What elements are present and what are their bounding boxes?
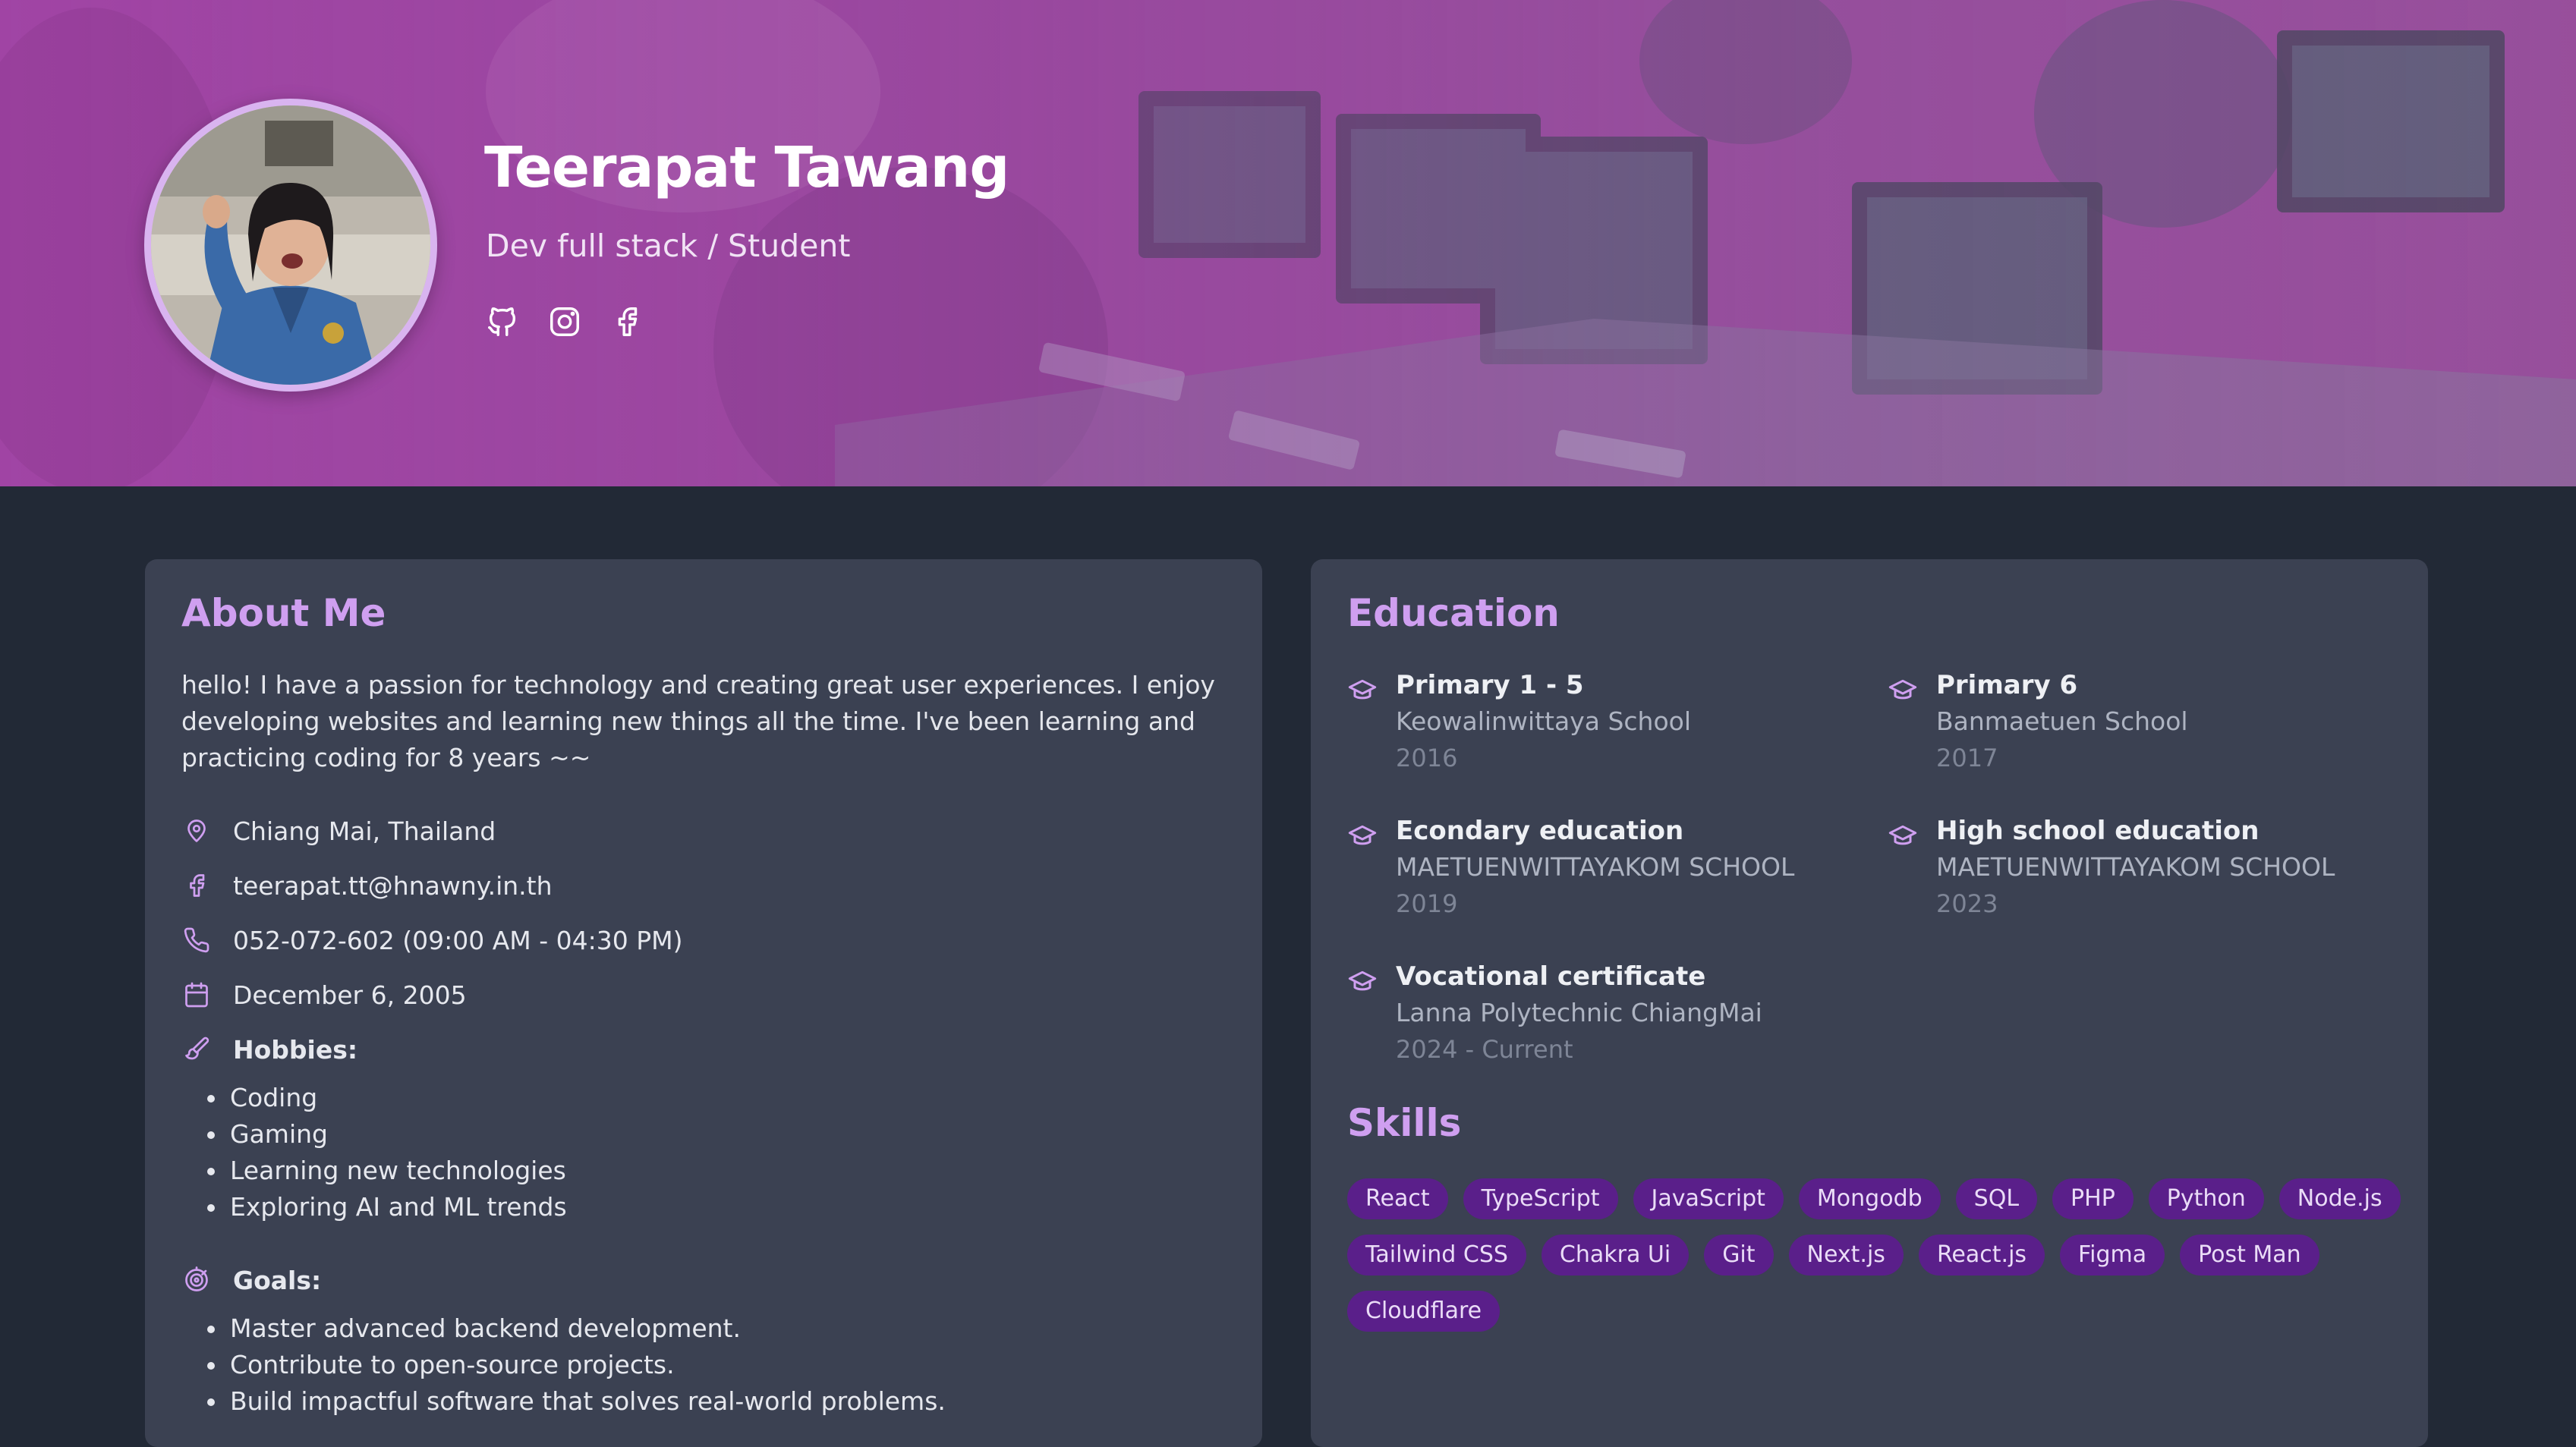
skill-tag: React.js bbox=[1918, 1235, 2045, 1276]
list-item: Master advanced backend development. bbox=[181, 1310, 946, 1347]
calendar-icon bbox=[181, 980, 212, 1010]
profile-name: Teerapat Tawang bbox=[484, 135, 1009, 200]
skill-tag: Chakra Ui bbox=[1541, 1235, 1690, 1276]
instagram-icon bbox=[550, 307, 579, 336]
goals-label: Goals: bbox=[233, 1265, 322, 1295]
skill-tag: Post Man bbox=[2180, 1235, 2319, 1276]
skill-tag: SQL bbox=[1955, 1178, 2038, 1219]
graduation-cap-icon bbox=[1348, 679, 1377, 700]
skill-tag: React bbox=[1347, 1178, 1448, 1219]
education-level: Primary 6 bbox=[1936, 670, 2078, 700]
skill-tag: Next.js bbox=[1788, 1235, 1904, 1276]
facebook-icon bbox=[181, 870, 212, 901]
list-item: Gaming bbox=[181, 1116, 567, 1153]
instagram-link[interactable] bbox=[545, 302, 584, 341]
education-level: Econdary education bbox=[1396, 816, 1684, 846]
skill-tag: Node.js bbox=[2278, 1178, 2401, 1219]
skill-tag: Cloudflare bbox=[1347, 1291, 1501, 1332]
education-level: Vocational certificate bbox=[1396, 961, 1706, 992]
list-item: Learning new technologies bbox=[181, 1153, 567, 1189]
education-year: 2016 bbox=[1396, 744, 1458, 772]
github-link[interactable] bbox=[483, 302, 522, 341]
skill-tag: Mongodb bbox=[1798, 1178, 1941, 1219]
skill-tag: PHP bbox=[2052, 1178, 2134, 1219]
education-card: Education Primary 1 - 5 Keowalinwittaya … bbox=[1311, 559, 2428, 1447]
target-icon bbox=[181, 1265, 212, 1295]
skill-tag: Figma bbox=[2060, 1235, 2165, 1276]
about-text: hello! I have a passion for technology a… bbox=[181, 670, 1215, 772]
education-school: MAETUENWITTAYAKOM SCHOOL bbox=[1396, 852, 1795, 882]
skill-tag: TypeScript bbox=[1463, 1178, 1618, 1219]
facebook-icon bbox=[618, 307, 638, 336]
list-item: Exploring AI and ML trends bbox=[181, 1189, 567, 1225]
goals-list: Master advanced backend development. Con… bbox=[181, 1310, 946, 1420]
education-school: Banmaetuen School bbox=[1936, 706, 2188, 736]
hobbies-list: Coding Gaming Learning new technologies … bbox=[181, 1080, 567, 1225]
list-item: Contribute to open-source projects. bbox=[181, 1347, 946, 1383]
skill-tag: Python bbox=[2148, 1178, 2264, 1219]
graduation-cap-icon bbox=[1348, 825, 1377, 845]
goals-heading-row: Goals: bbox=[181, 1262, 321, 1298]
graduation-cap-icon bbox=[1348, 970, 1377, 991]
phone-text: 052-072-602 (09:00 AM - 04:30 PM) bbox=[233, 925, 683, 955]
profile-role: Dev full stack / Student bbox=[486, 228, 851, 264]
education-year: 2019 bbox=[1396, 889, 1458, 918]
phone-row: 052-072-602 (09:00 AM - 04:30 PM) bbox=[181, 922, 683, 958]
education-year: 2017 bbox=[1936, 744, 1998, 772]
graduation-cap-icon bbox=[1888, 825, 1917, 845]
email-row: teerapat.tt@hnawny.in.th bbox=[181, 867, 553, 904]
birthday-row: December 6, 2005 bbox=[181, 977, 467, 1013]
skills-title: Skills bbox=[1347, 1101, 1462, 1145]
education-level: High school education bbox=[1936, 816, 2260, 846]
hobbies-heading-row: Hobbies: bbox=[181, 1031, 357, 1068]
paint-brush-icon bbox=[181, 1034, 212, 1065]
education-year: 2024 - Current bbox=[1396, 1035, 1573, 1064]
facebook-link[interactable] bbox=[607, 302, 647, 341]
hobbies-label: Hobbies: bbox=[233, 1034, 358, 1065]
education-school: Keowalinwittaya School bbox=[1396, 706, 1692, 736]
skill-tag: Git bbox=[1704, 1235, 1774, 1276]
avatar bbox=[144, 99, 437, 392]
skill-tag: Tailwind CSS bbox=[1347, 1235, 1526, 1276]
github-icon bbox=[488, 307, 516, 336]
education-level: Primary 1 - 5 bbox=[1396, 670, 1584, 700]
skill-tag: JavaScript bbox=[1633, 1178, 1784, 1219]
map-pin-icon bbox=[181, 816, 212, 846]
phone-icon bbox=[181, 925, 212, 955]
about-title: About Me bbox=[181, 591, 386, 635]
list-item: Coding bbox=[181, 1080, 567, 1116]
education-school: MAETUENWITTAYAKOM SCHOOL bbox=[1936, 852, 2335, 882]
location-row: Chiang Mai, Thailand bbox=[181, 813, 496, 849]
birthday-text: December 6, 2005 bbox=[233, 980, 467, 1010]
social-links bbox=[483, 302, 647, 341]
about-card: About Me hello! I have a passion for tec… bbox=[145, 559, 1262, 1447]
email-text[interactable]: teerapat.tt@hnawny.in.th bbox=[233, 871, 553, 901]
graduation-cap-icon bbox=[1888, 679, 1917, 700]
education-year: 2023 bbox=[1936, 889, 1998, 918]
skills-list: React TypeScript JavaScript Mongodb SQL … bbox=[1347, 1178, 2402, 1332]
education-title: Education bbox=[1347, 591, 1560, 635]
profile-header: Teerapat Tawang Dev full stack / Student bbox=[0, 0, 2576, 486]
location-text: Chiang Mai, Thailand bbox=[233, 816, 496, 846]
education-school: Lanna Polytechnic ChiangMai bbox=[1396, 998, 1762, 1027]
avatar-photo bbox=[151, 105, 430, 385]
list-item: Build impactful software that solves rea… bbox=[181, 1383, 946, 1420]
